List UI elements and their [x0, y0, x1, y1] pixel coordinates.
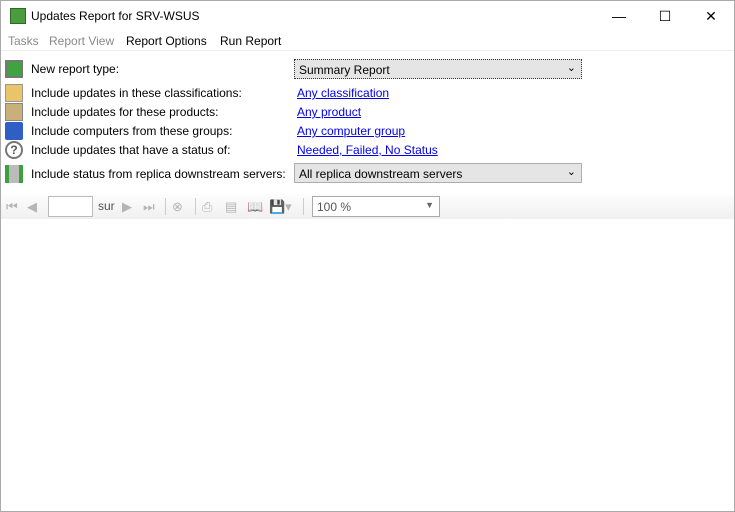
print-layout-icon[interactable]: ▤: [225, 199, 237, 215]
close-button[interactable]: ✕: [688, 1, 734, 31]
stop-icon[interactable]: ⊗: [172, 199, 183, 215]
wsus-report-icon: [10, 8, 26, 24]
computer-group-icon: [5, 122, 23, 140]
question-icon: ?: [5, 141, 23, 159]
maximize-button[interactable]: ☐: [642, 1, 688, 31]
first-page-icon[interactable]: ⏮: [6, 199, 18, 215]
next-page-icon[interactable]: ▶: [122, 199, 132, 215]
classifications-label: Include updates in these classifications…: [31, 86, 242, 100]
toolbar-separator: [195, 198, 196, 215]
last-page-icon[interactable]: ⏭: [143, 199, 155, 215]
export-icon[interactable]: 💾▾: [269, 199, 292, 215]
report-toolbar: ⏮ ◀ sur ▶ ⏭ ⊗ ⎙ ▤ 📖 💾▾ 100 % ▼: [1, 194, 734, 219]
zoom-value: 100 %: [317, 200, 352, 214]
print-icon[interactable]: ⎙: [202, 199, 212, 215]
classifications-link[interactable]: Any classification: [297, 86, 389, 100]
groups-link[interactable]: Any computer group: [297, 124, 405, 138]
replica-dropdown[interactable]: All replica downstream servers ⌄: [294, 163, 582, 183]
page-of-label: sur: [98, 199, 115, 213]
menu-report-options[interactable]: Report Options: [126, 34, 207, 48]
replica-value: All replica downstream servers: [299, 167, 463, 181]
minimize-button[interactable]: —: [596, 1, 642, 31]
zoom-dropdown[interactable]: 100 % ▼: [312, 196, 440, 217]
status-label: Include updates that have a status of:: [31, 143, 231, 157]
title-bar: Updates Report for SRV-WSUS — ☐ ✕: [1, 1, 734, 31]
chevron-down-icon: ⌄: [566, 62, 576, 74]
previous-page-icon[interactable]: ◀: [27, 199, 37, 215]
report-book-icon: [5, 60, 23, 78]
page-setup-icon[interactable]: 📖: [247, 199, 263, 215]
menu-run-report[interactable]: Run Report: [220, 34, 281, 48]
products-link[interactable]: Any product: [297, 105, 361, 119]
toolbar-separator: [165, 198, 166, 215]
products-icon: [5, 103, 23, 121]
page-number-input[interactable]: [48, 196, 93, 217]
products-label: Include updates for these products:: [31, 105, 219, 119]
chevron-down-icon: ⌄: [566, 166, 576, 178]
report-type-dropdown[interactable]: Summary Report ⌄: [294, 59, 582, 79]
classification-folder-icon: [5, 84, 23, 102]
report-type-label: New report type:: [31, 62, 120, 76]
groups-label: Include computers from these groups:: [31, 124, 233, 138]
window-title: Updates Report for SRV-WSUS: [31, 9, 200, 23]
menu-report-view[interactable]: Report View: [49, 34, 114, 48]
replica-server-icon: [5, 165, 23, 183]
report-viewer-area: [1, 219, 734, 511]
replica-label: Include status from replica downstream s…: [31, 167, 286, 181]
report-type-value: Summary Report: [299, 63, 390, 77]
dropdown-arrow-icon: ▼: [425, 200, 434, 210]
report-window: Updates Report for SRV-WSUS — ☐ ✕ Tasks …: [0, 0, 735, 512]
toolbar-separator: [303, 198, 304, 215]
status-link[interactable]: Needed, Failed, No Status: [297, 143, 438, 157]
menu-tasks[interactable]: Tasks: [8, 34, 39, 48]
menu-bar: Tasks Report View Report Options Run Rep…: [1, 32, 734, 51]
